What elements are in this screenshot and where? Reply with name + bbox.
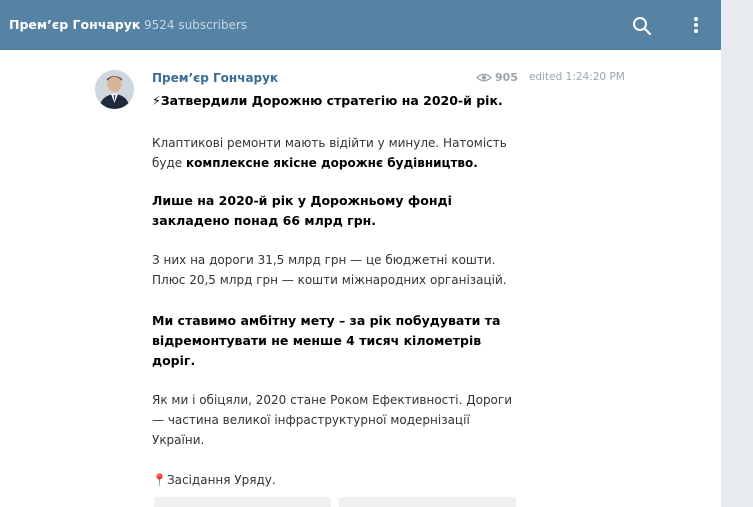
search-icon[interactable] <box>631 15 653 37</box>
paragraph-5-line-3: України. <box>152 433 205 447</box>
paragraph-3-line-2: Плюс 20,5 млрд грн — кошти міжнародних о… <box>152 273 507 287</box>
pin-icon: 📍 <box>152 473 167 487</box>
subscriber-count: 9524 subscribers <box>144 18 248 32</box>
view-count-value: 905 <box>495 71 518 84</box>
edited-timestamp: edited 1:24:20 PM <box>529 71 625 83</box>
paragraph-4: Ми ставимо амбітну мету – за рік побудув… <box>152 311 532 371</box>
paragraph-5-line-1: Як ми і обіцяли, 2020 стане Роком Ефекти… <box>152 393 512 407</box>
post-heading-text: Затвердили Дорожню стратегію на 2020-й р… <box>160 93 503 108</box>
paragraph-4-line-2: відремонтувати не менше 4 тисяч кілометр… <box>152 333 482 348</box>
paragraph-5: Як ми і обіцяли, 2020 стане Роком Ефекти… <box>152 390 532 450</box>
paragraph-3: З них на дороги 31,5 млрд грн — це бюдже… <box>152 250 532 290</box>
location-line: 📍Засідання Уряду. <box>152 470 532 490</box>
photo-thumbnail-1[interactable] <box>154 497 331 507</box>
paragraph-3-line-1: З них на дороги 31,5 млрд грн — це бюдже… <box>152 253 496 267</box>
lightning-icon: ⚡ <box>152 93 161 108</box>
location-text: Засідання Уряду. <box>166 473 276 487</box>
paragraph-4-line-1: Ми ставимо амбітну мету – за рік побудув… <box>152 313 501 328</box>
paragraph-2: Лише на 2020-й рік у Дорожньому фонді за… <box>152 191 532 231</box>
channel-title[interactable]: Прем’єр Гончарук <box>9 17 140 32</box>
paragraph-1-line-2: буде комплексне якісне дорожнє будівницт… <box>152 156 478 170</box>
photo-thumbnail-2[interactable] <box>339 497 516 507</box>
post-author[interactable]: Прем’єр Гончарук <box>152 71 278 85</box>
paragraph-2-line-1: Лише на 2020-й рік у Дорожньому фонді <box>152 193 452 208</box>
view-count: 905 <box>476 71 518 84</box>
avatar[interactable] <box>95 70 134 109</box>
eye-icon <box>476 73 492 82</box>
more-vertical-icon[interactable] <box>686 14 706 36</box>
post-heading: ⚡Затвердили Дорожню стратегію на 2020-й … <box>152 91 532 111</box>
paragraph-1-line-1: Клаптикові ремонти мають відійти у минул… <box>152 136 507 150</box>
paragraph-1-bold: комплексне якісне дорожнє будівництво. <box>186 156 478 170</box>
scrollbar-area[interactable] <box>721 0 753 507</box>
channel-header: Прем’єр Гончарук 9524 subscribers <box>0 0 721 50</box>
paragraph-2-line-2: закладено понад 66 млрд грн. <box>152 213 377 228</box>
paragraph-4-line-3: доріг. <box>152 353 196 368</box>
paragraph-1: Клаптикові ремонти мають відійти у минул… <box>152 133 532 173</box>
paragraph-5-line-2: — частина великої інфраструктурної модер… <box>152 413 470 427</box>
